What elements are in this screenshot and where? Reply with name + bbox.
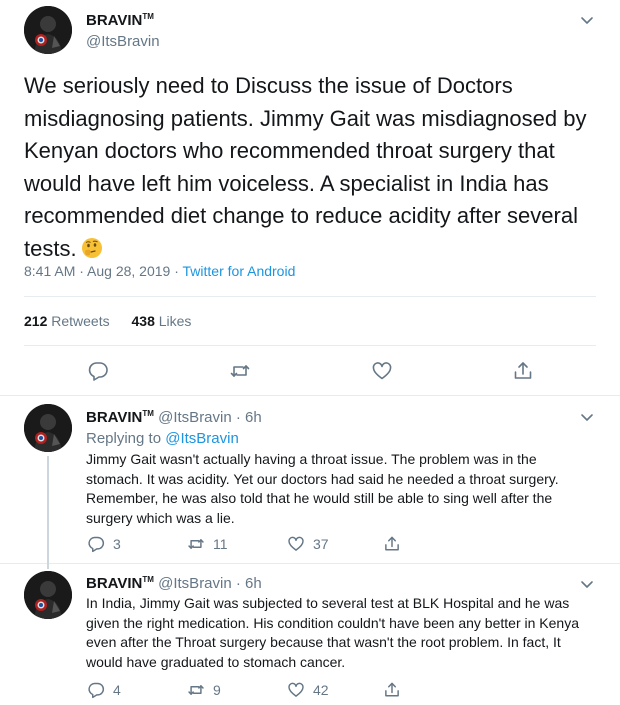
main-tweet: BRAVINTM @ItsBravin We seriously need to… bbox=[0, 0, 620, 395]
retweets-label: Retweets bbox=[47, 313, 110, 329]
retweet-button[interactable]: 9 bbox=[187, 681, 221, 699]
trademark-symbol: TM bbox=[142, 409, 154, 418]
retweet-icon bbox=[188, 539, 204, 549]
divider bbox=[24, 345, 596, 346]
tweet-text: Jimmy Gait wasn't actually having a thro… bbox=[86, 451, 559, 526]
reply-icon[interactable] bbox=[87, 360, 109, 382]
tweet-time[interactable]: 8:41 AM · Aug 28, 2019 · bbox=[24, 263, 183, 279]
reply-icon bbox=[88, 682, 105, 699]
likes-stat[interactable]: 438 Likes bbox=[132, 313, 192, 329]
user-handle[interactable]: @ItsBravin · 6h bbox=[154, 409, 262, 426]
reply-count: 4 bbox=[113, 682, 121, 698]
display-name[interactable]: BRAVINTM bbox=[86, 409, 154, 426]
heart-icon[interactable] bbox=[371, 360, 393, 382]
chevron-down-icon[interactable] bbox=[578, 11, 596, 29]
like-button[interactable]: 37 bbox=[287, 535, 329, 553]
tweet-text: We seriously need to Discuss the issue o… bbox=[24, 70, 594, 265]
user-handle[interactable]: @ItsBravin · 6h bbox=[154, 575, 262, 592]
mention-link[interactable]: @ItsBravin bbox=[165, 430, 239, 447]
share-icon[interactable] bbox=[383, 535, 401, 553]
reply-icon bbox=[88, 536, 105, 553]
trademark-symbol: TM bbox=[142, 575, 154, 584]
trademark-symbol: TM bbox=[142, 12, 154, 21]
avatar-image bbox=[24, 571, 72, 619]
likes-count: 438 bbox=[131, 313, 155, 329]
like-count: 42 bbox=[313, 682, 329, 698]
reply-button[interactable]: 3 bbox=[87, 535, 121, 553]
section-separator bbox=[0, 563, 620, 564]
like-button[interactable]: 42 bbox=[287, 681, 329, 699]
avatar-image bbox=[24, 404, 72, 452]
retweet-icon bbox=[188, 685, 204, 695]
display-name[interactable]: BRAVINTM bbox=[86, 12, 154, 29]
user-handle[interactable]: @ItsBravin bbox=[86, 33, 160, 50]
thread-connector bbox=[47, 456, 49, 563]
tweet-body: We seriously need to Discuss the issue o… bbox=[24, 73, 587, 261]
chevron-down-icon[interactable] bbox=[578, 408, 596, 426]
retweet-count: 9 bbox=[213, 682, 221, 698]
divider bbox=[24, 296, 596, 297]
likes-label: Likes bbox=[154, 313, 192, 329]
avatar[interactable] bbox=[24, 571, 72, 619]
reply-count: 3 bbox=[113, 536, 121, 552]
share-icon[interactable] bbox=[512, 360, 534, 382]
avatar[interactable] bbox=[24, 404, 72, 452]
tweet-source-link[interactable]: Twitter for Android bbox=[183, 263, 296, 279]
avatar[interactable] bbox=[24, 6, 72, 54]
retweets-stat[interactable]: 212 Retweets bbox=[24, 313, 110, 329]
engagement-stats: 212 Retweets 438 Likes bbox=[24, 313, 209, 329]
reply-header: BRAVINTM @ItsBravin · 6h bbox=[86, 409, 262, 426]
share-icon[interactable] bbox=[383, 681, 401, 699]
display-name[interactable]: BRAVINTM bbox=[86, 575, 154, 592]
retweet-button[interactable]: 11 bbox=[187, 535, 228, 553]
section-separator bbox=[0, 395, 620, 396]
heart-icon bbox=[288, 536, 304, 551]
tweet-text: In India, Jimmy Gait was subjected to se… bbox=[86, 595, 579, 670]
retweet-icon[interactable] bbox=[229, 360, 251, 382]
like-count: 37 bbox=[313, 536, 329, 552]
thread-connector bbox=[47, 563, 49, 569]
replying-to: Replying to @ItsBravin bbox=[86, 430, 239, 447]
retweet-count: 11 bbox=[213, 536, 228, 552]
heart-icon bbox=[288, 682, 304, 697]
tweet-timestamp: 8:41 AM · Aug 28, 2019 · Twitter for And… bbox=[24, 263, 295, 279]
retweets-count: 212 bbox=[24, 313, 48, 329]
reply-button[interactable]: 4 bbox=[87, 681, 121, 699]
reply-header: BRAVINTM @ItsBravin · 6h bbox=[86, 575, 262, 592]
thinking-face-icon bbox=[81, 236, 103, 258]
replying-prefix: Replying to bbox=[86, 430, 166, 447]
chevron-down-icon[interactable] bbox=[578, 575, 596, 593]
avatar-image bbox=[24, 6, 72, 54]
